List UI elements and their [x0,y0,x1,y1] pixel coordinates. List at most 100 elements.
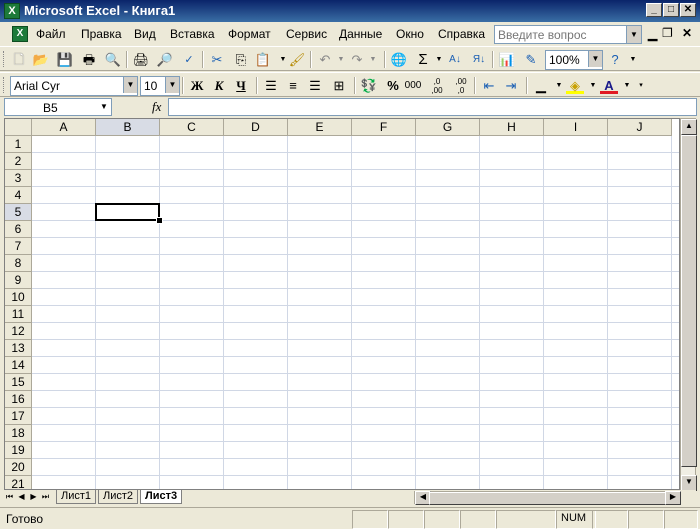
column-header-e[interactable]: E [288,119,352,136]
increase-decimal-button[interactable]: ,0 ,00 [428,77,446,95]
decrease-decimal-button[interactable]: ,00 ,0 [452,77,470,95]
row-header-17[interactable]: 17 [5,408,32,425]
font-name-combo[interactable]: Arial Cyr ▼ [10,76,138,96]
row-header-9[interactable]: 9 [5,272,32,289]
toolbar-grip[interactable] [3,51,7,67]
currency-icon[interactable]: 💱 [360,77,378,95]
row-header-8[interactable]: 8 [5,255,32,272]
toolbar-options-icon[interactable]: ▾ [632,77,650,95]
scroll-up-icon[interactable]: ▲ [681,119,697,135]
column-header-f[interactable]: F [352,119,416,136]
row-header-15[interactable]: 15 [5,374,32,391]
select-all-corner[interactable] [5,119,32,136]
bold-button[interactable]: Ж [188,77,206,95]
scroll-down-icon[interactable]: ▼ [681,475,697,491]
row-header-21[interactable]: 21 [5,476,32,489]
spelling-icon[interactable]: ✓ [180,51,198,69]
row-header-1[interactable]: 1 [5,136,32,153]
help-icon[interactable]: ? [606,51,624,69]
active-cell-b5[interactable] [95,203,160,221]
workbook-icon[interactable]: X [12,26,28,42]
borders-icon[interactable]: ▁ [532,77,550,95]
thousands-separator-button[interactable]: 000 [404,77,422,95]
row-header-19[interactable]: 19 [5,442,32,459]
first-sheet-icon[interactable]: ⏮ [4,491,15,503]
minimize-button[interactable]: _ [646,3,662,17]
zoom-dropdown-icon[interactable]: ▼ [588,51,602,67]
toolbar-grip[interactable] [3,77,7,93]
redo-dropdown-icon[interactable]: ▼ [364,51,382,69]
column-header-a[interactable]: A [32,119,96,136]
row-header-12[interactable]: 12 [5,323,32,340]
sheet-tab-1[interactable]: Лист1 [56,490,97,504]
insert-function-button[interactable]: fx [152,99,161,115]
doc-restore-icon[interactable]: ❐ [662,26,673,40]
row-header-18[interactable]: 18 [5,425,32,442]
chart-wizard-icon[interactable]: 📊 [498,51,516,69]
paste-icon[interactable]: 📋 [254,51,272,69]
help-question-input[interactable] [495,26,631,43]
print-preview-icon[interactable]: 🔍 [104,51,122,69]
print-icon[interactable]: 🖨 [132,51,150,69]
row-header-6[interactable]: 6 [5,221,32,238]
vertical-scrollbar[interactable]: ▲ ▼ [680,118,697,491]
italic-button[interactable]: К [210,77,228,95]
new-document-icon[interactable]: 🗋 [10,51,28,69]
scroll-right-icon[interactable]: ▶ [665,491,681,505]
help-question-box[interactable]: ▼ [494,25,642,44]
row-header-7[interactable]: 7 [5,238,32,255]
formula-input[interactable] [168,98,697,116]
align-left-icon[interactable]: ☰ [262,77,280,95]
menu-help[interactable]: Справка [438,27,485,41]
worksheet-grid[interactable]: ABCDEFGHIJ 1 2 3 4 5 6 7 8 9 10 11 12 13 14 15 16 17 18 19… [4,118,680,490]
font-name-dropdown-icon[interactable]: ▼ [123,77,137,93]
row-header-4[interactable]: 4 [5,187,32,204]
preview-icon[interactable]: 🔎 [156,51,174,69]
row-header-14[interactable]: 14 [5,357,32,374]
column-header-d[interactable]: D [224,119,288,136]
row-header-5[interactable]: 5 [5,204,32,221]
row-header-16[interactable]: 16 [5,391,32,408]
vertical-scroll-thumb[interactable] [681,135,697,467]
column-header-j[interactable]: J [608,119,672,136]
column-header-c[interactable]: C [160,119,224,136]
sheet-tab-2[interactable]: Лист2 [98,490,139,504]
excel-app-icon[interactable]: X [4,3,20,19]
menu-insert[interactable]: Вставка [170,27,215,41]
menu-view[interactable]: Вид [134,27,156,41]
horizontal-scroll-thumb[interactable] [429,492,667,505]
merge-center-icon[interactable]: ⊞ [330,77,348,95]
column-header-b[interactable]: B [96,119,160,136]
name-box[interactable]: B5 ▼ [4,98,112,116]
hyperlink-icon[interactable]: 🌐 [390,51,408,69]
sort-ascending-icon[interactable]: A↓ [446,51,464,69]
name-box-dropdown-icon[interactable]: ▼ [97,99,111,115]
cut-icon[interactable]: ✂ [208,51,226,69]
doc-close-icon[interactable]: ✕ [682,26,692,40]
maximize-button[interactable]: □ [663,3,679,17]
row-header-2[interactable]: 2 [5,153,32,170]
column-header-h[interactable]: H [480,119,544,136]
row-header-3[interactable]: 3 [5,170,32,187]
sort-descending-icon[interactable]: Я↓ [470,51,488,69]
help-dropdown-arrow[interactable]: ▼ [626,26,641,43]
align-right-icon[interactable]: ☰ [306,77,324,95]
last-sheet-icon[interactable]: ⏭ [40,491,51,503]
font-color-icon[interactable]: A [600,77,618,94]
menu-format[interactable]: Формат [228,27,271,41]
drawing-icon[interactable]: ✎ [522,51,540,69]
zoom-combo[interactable]: 100% ▼ [545,50,603,70]
menu-tools[interactable]: Сервис [286,27,327,41]
copy-icon[interactable]: ⎘ [232,51,250,69]
font-size-combo[interactable]: 10 ▼ [140,76,180,96]
horizontal-scrollbar[interactable]: ◀ ▶ [414,491,681,505]
row-header-10[interactable]: 10 [5,289,32,306]
menu-edit[interactable]: Правка [81,27,122,41]
format-painter-icon[interactable]: 🖌 [288,51,306,69]
next-sheet-icon[interactable]: ▶ [28,491,39,503]
column-header-i[interactable]: I [544,119,608,136]
menu-data[interactable]: Данные [339,27,382,41]
row-header-11[interactable]: 11 [5,306,32,323]
increase-indent-icon[interactable]: ⇥ [502,77,520,95]
save-icon[interactable]: 💾 [56,51,74,69]
